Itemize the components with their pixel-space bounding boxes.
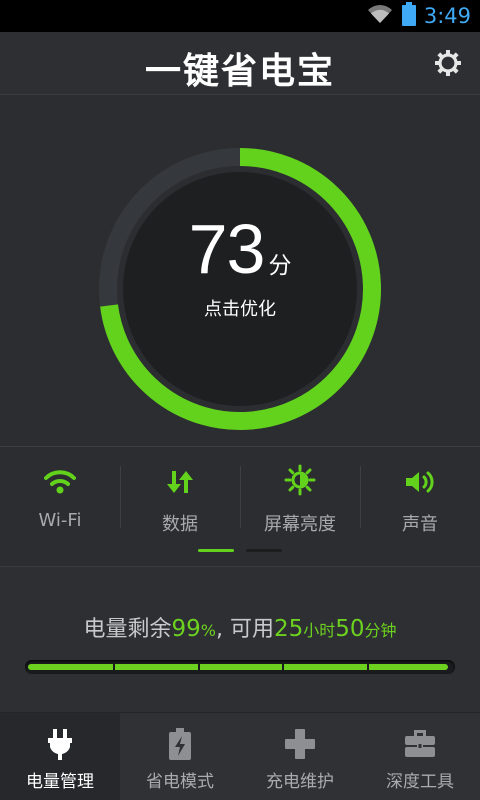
wifi-icon <box>366 3 394 29</box>
toggle-label: 声音 <box>402 514 438 535</box>
nav-label: 充电维护 <box>266 772 334 792</box>
page-dot[interactable] <box>246 549 282 552</box>
score-display: 73 分 <box>0 209 480 289</box>
battery-hours-unit: 小时 <box>303 621 336 640</box>
plug-icon <box>48 729 72 760</box>
battery-prefix: 电量剩余 <box>83 617 172 642</box>
battery-minutes: 50 <box>335 616 365 642</box>
battery-minutes-unit: 分钟 <box>364 621 397 640</box>
score-unit: 分 <box>268 253 292 279</box>
page-dot-active[interactable] <box>198 549 234 552</box>
battery-icon <box>401 2 416 30</box>
nav-power-saving-mode[interactable]: 省电模式 <box>120 713 240 800</box>
battery-hours: 25 <box>273 616 304 642</box>
gear-icon <box>435 50 461 76</box>
toggle-label: 数据 <box>162 514 198 535</box>
score-value: 73 <box>188 210 266 288</box>
screen: 3:49 一键省电宝 73 分 点击优化 Wi-Fi 数据 屏幕亮度 声音 电量… <box>0 0 480 800</box>
toggle-sound[interactable]: 声音 <box>360 450 480 545</box>
score-gauge[interactable]: 73 分 点击优化 <box>0 95 480 445</box>
app-header: 一键省电宝 <box>0 32 480 95</box>
toggle-label: Wi-Fi <box>38 510 82 531</box>
battery-level-fill <box>28 664 448 670</box>
nav-charge-maintenance[interactable]: 充电维护 <box>240 713 360 800</box>
page-indicator <box>0 549 480 553</box>
battery-status-text: 电量剩余99%, 可用25小时50分钟 <box>0 611 480 643</box>
toggle-data[interactable]: 数据 <box>120 450 240 545</box>
nav-power-management[interactable]: 电量管理 <box>0 713 120 800</box>
nav-label: 深度工具 <box>386 772 454 792</box>
status-bar: 3:49 <box>0 0 480 32</box>
battery-segment-divider <box>197 663 200 671</box>
battery-segment-divider <box>282 663 285 671</box>
toggle-wifi[interactable]: Wi-Fi <box>0 450 120 545</box>
app-title: 一键省电宝 <box>144 50 335 92</box>
nav-deep-tools[interactable]: 深度工具 <box>360 713 480 800</box>
battery-info-panel: 电量剩余99%, 可用25小时50分钟 <box>0 566 480 713</box>
status-time: 3:49 <box>423 4 471 28</box>
battery-level-bar <box>25 660 455 674</box>
settings-button[interactable] <box>434 49 462 77</box>
battery-percent: 99 <box>171 616 201 642</box>
divider <box>0 446 480 447</box>
toggle-brightness[interactable]: 屏幕亮度 <box>240 450 360 545</box>
battery-segment-divider <box>367 663 370 671</box>
wifi-icon <box>44 470 76 494</box>
brightness-icon <box>284 464 316 496</box>
plus-icon <box>285 729 315 759</box>
toolbox-icon <box>405 730 435 757</box>
toggle-label: 屏幕亮度 <box>264 514 336 535</box>
optimize-button[interactable]: 点击优化 <box>180 295 300 321</box>
quick-toggles: Wi-Fi 数据 屏幕亮度 声音 <box>0 450 480 545</box>
nav-label: 电量管理 <box>26 772 94 792</box>
battery-segment-divider <box>112 663 115 671</box>
battery-middle: , 可用 <box>215 617 274 642</box>
bottom-nav: 电量管理 省电模式 充电维护 深度工具 <box>0 712 480 800</box>
volume-icon <box>406 471 434 493</box>
battery-charge-icon <box>169 728 191 760</box>
battery-percent-sign: % <box>200 621 216 640</box>
data-transfer-icon <box>167 471 193 493</box>
nav-label: 省电模式 <box>146 772 214 792</box>
